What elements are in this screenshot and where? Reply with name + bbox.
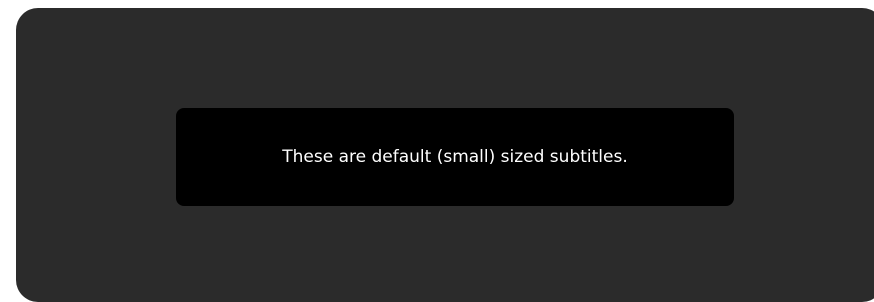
- subtitle-caption-box: These are default (small) sized subtitle…: [176, 108, 734, 206]
- subtitle-preview-text: These are default (small) sized subtitle…: [282, 146, 628, 167]
- subtitle-preview-panel: These are default (small) sized subtitle…: [16, 8, 874, 302]
